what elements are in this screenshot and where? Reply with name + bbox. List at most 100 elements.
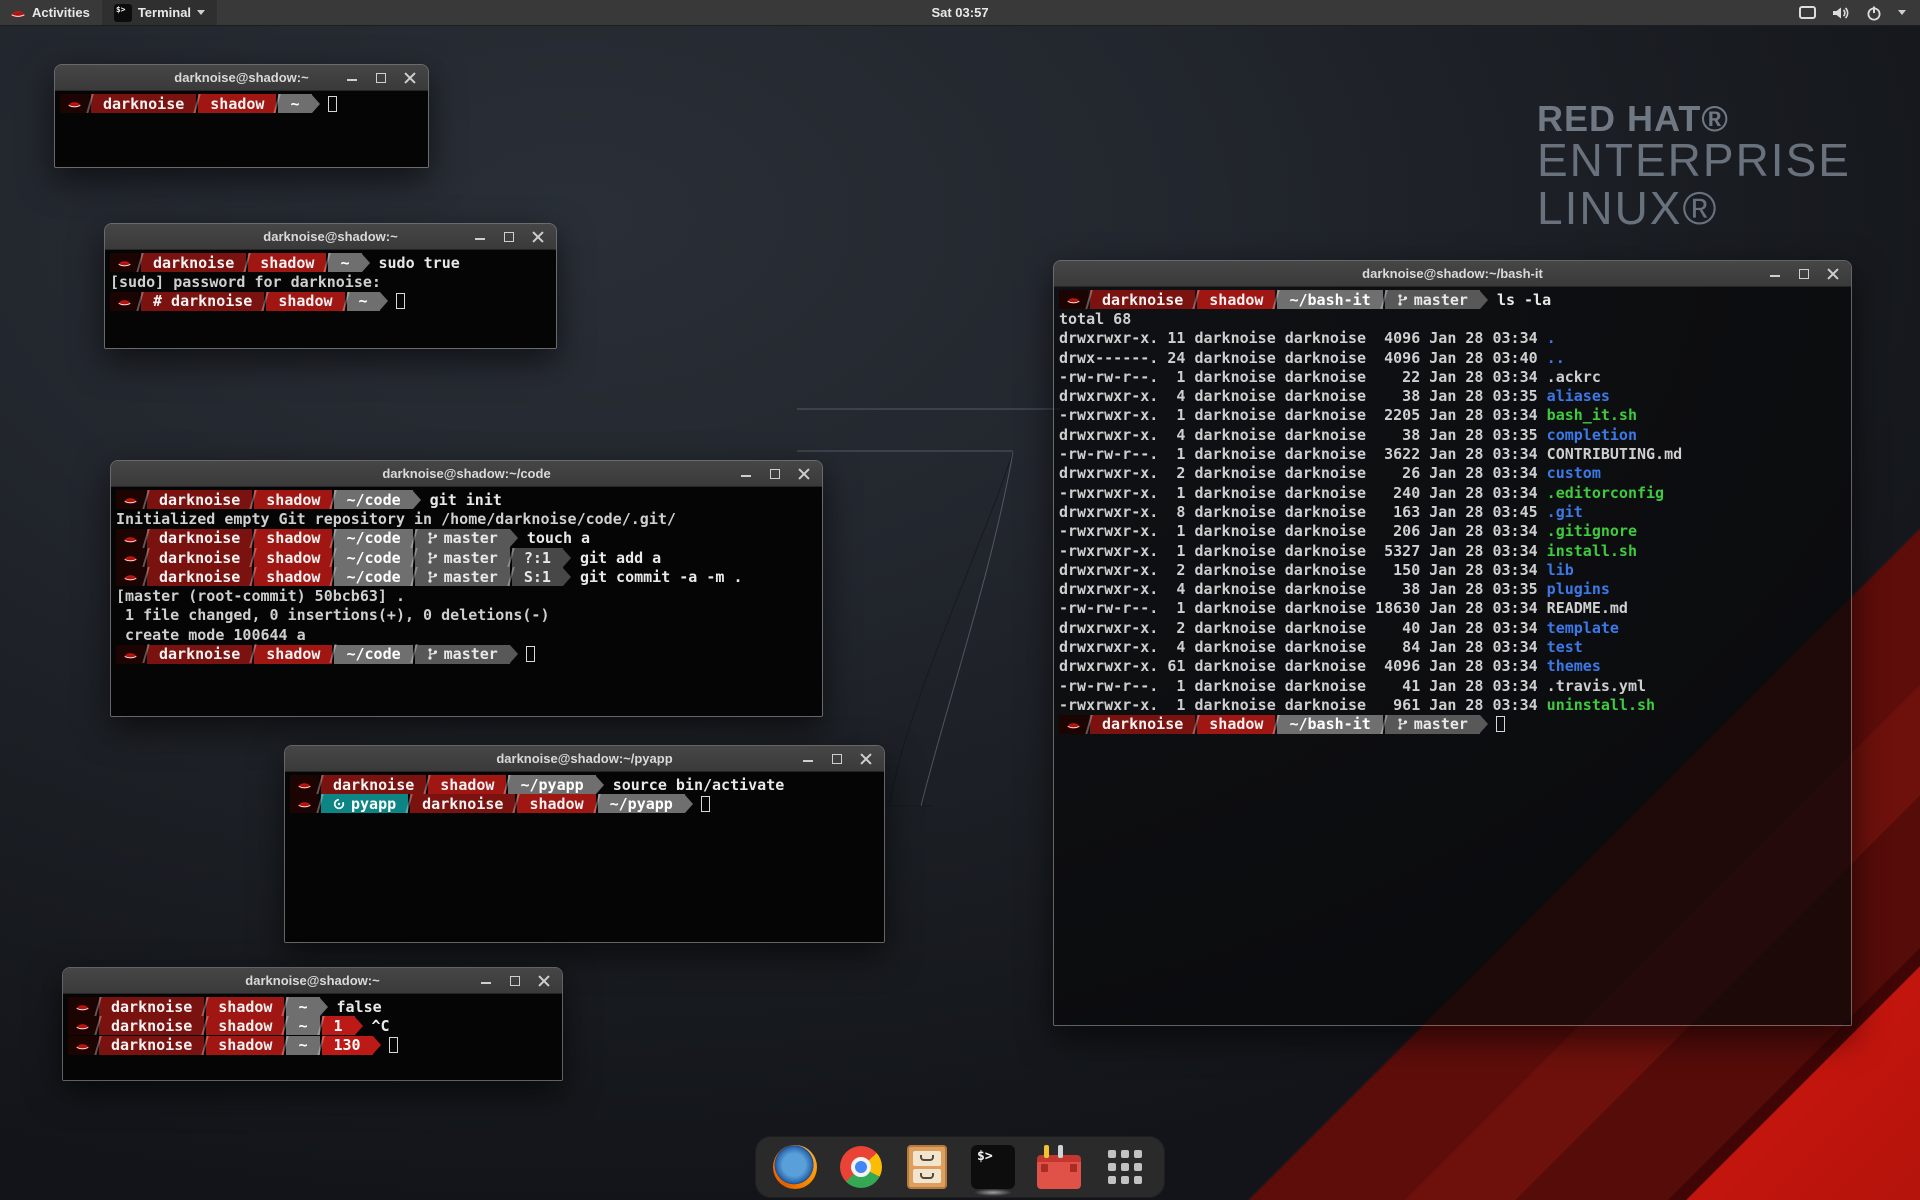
titlebar[interactable]: darknoise@shadow:~/code xyxy=(111,461,822,487)
chevron-down-icon xyxy=(197,10,205,15)
close-button[interactable] xyxy=(532,231,544,243)
rhel-wallpaper-logo: RED HAT® ENTERPRISE LINUX® xyxy=(1537,100,1851,233)
prompt-segment-hat xyxy=(116,645,145,664)
terminal-line: Initialized empty Git repository in /hom… xyxy=(116,509,822,528)
close-button[interactable] xyxy=(860,753,872,765)
prompt-segment-hat xyxy=(116,529,145,548)
minimize-button[interactable] xyxy=(802,753,814,765)
volume-icon[interactable] xyxy=(1832,5,1850,21)
screen-indicator-icon[interactable] xyxy=(1799,6,1816,19)
prompt-segment-exit: 130 xyxy=(322,1036,373,1055)
terminal-line: darknoiseshadow~130 xyxy=(68,1036,562,1055)
prompt-arrow xyxy=(355,1017,363,1035)
terminal-window-code: darknoise@shadow:~/code darknoiseshadow~… xyxy=(110,460,823,717)
prompt-segment-gitst: ?:1 xyxy=(512,548,563,567)
terminal-content[interactable]: darknoiseshadow~falsedarknoiseshadow~1^C… xyxy=(63,994,562,1080)
prompt-segment-path: ~ xyxy=(328,253,361,272)
chrome-icon xyxy=(840,1146,882,1188)
prompt-segment-path: ~/bash-it xyxy=(1277,715,1382,734)
file-name: test xyxy=(1547,638,1583,656)
close-button[interactable] xyxy=(538,975,550,987)
maximize-button[interactable] xyxy=(509,975,521,987)
file-name: completion xyxy=(1547,426,1637,444)
terminal-line: -rw-rw-r--. 1 darknoise darknoise 41 Jan… xyxy=(1059,676,1851,695)
dock-item-app-grid[interactable] xyxy=(1102,1144,1148,1190)
titlebar[interactable]: darknoise@shadow:~ xyxy=(55,65,428,91)
command-text: touch a xyxy=(527,529,590,547)
prompt-segment-hat xyxy=(110,292,139,311)
activities-button[interactable]: Activities xyxy=(0,0,102,25)
dock-item-chrome[interactable] xyxy=(838,1144,884,1190)
dock-item-toolbox[interactable] xyxy=(1036,1144,1082,1190)
prompt-arrow xyxy=(510,529,518,547)
file-name: aliases xyxy=(1547,387,1610,405)
minimize-button[interactable] xyxy=(480,975,492,987)
terminal-line: darknoiseshadow~/codegit init xyxy=(116,490,822,509)
prompt-segment-git: master xyxy=(1385,290,1480,309)
terminal-output: 1 file changed, 0 insertions(+), 0 delet… xyxy=(116,606,549,624)
titlebar[interactable]: darknoise@shadow:~ xyxy=(63,968,562,994)
terminal-icon: $> xyxy=(971,1145,1015,1189)
active-app-indicator xyxy=(974,1189,1012,1196)
maximize-button[interactable] xyxy=(831,753,843,765)
terminal-line: -rwxrwxr-x. 1 darknoise darknoise 206 Ja… xyxy=(1059,522,1851,541)
terminal-content[interactable]: darknoiseshadow~/codegit initInitialized… xyxy=(111,487,822,716)
redhat-icon xyxy=(1066,294,1081,305)
terminal-window-sudo: darknoise@shadow:~ darknoiseshadow~sudo … xyxy=(104,223,557,349)
titlebar[interactable]: darknoise@shadow:~/pyapp xyxy=(285,746,884,772)
prompt-arrow xyxy=(413,491,421,509)
clock[interactable]: Sat 03:57 xyxy=(0,5,1920,20)
prompt-segment-user: darknoise xyxy=(147,548,252,567)
dock-item-terminal[interactable]: $> xyxy=(970,1144,1016,1190)
minimize-button[interactable] xyxy=(474,231,486,243)
file-entry-meta: drwx------. 24 darknoise darknoise 4096 … xyxy=(1059,349,1547,367)
terminal-output: create mode 100644 a xyxy=(116,626,306,644)
file-entry-meta: -rwxrwxr-x. 1 darknoise darknoise 240 Ja… xyxy=(1059,484,1547,502)
git-branch-icon xyxy=(1397,717,1408,731)
terminal-content[interactable]: darknoiseshadow~/bash-itmasterls -latota… xyxy=(1054,287,1851,1025)
file-name: lib xyxy=(1547,561,1574,579)
minimize-button[interactable] xyxy=(346,72,358,84)
minimize-button[interactable] xyxy=(1769,268,1781,280)
close-button[interactable] xyxy=(798,468,810,480)
terminal-line: drwx------. 24 darknoise darknoise 4096 … xyxy=(1059,348,1851,367)
file-name: install.sh xyxy=(1547,542,1637,560)
terminal-cursor xyxy=(526,646,535,662)
prompt-segment-hat xyxy=(110,253,139,272)
maximize-button[interactable] xyxy=(375,72,387,84)
power-icon[interactable] xyxy=(1866,5,1882,21)
redhat-icon xyxy=(75,1020,90,1031)
prompt-arrow xyxy=(362,254,370,272)
terminal-content[interactable]: darknoiseshadow~/pyappsource bin/activat… xyxy=(285,772,884,942)
terminal-line: drwxrwxr-x. 2 darknoise darknoise 40 Jan… xyxy=(1059,618,1851,637)
git-branch-icon xyxy=(427,570,438,584)
terminal-content[interactable]: darknoiseshadow~sudo true[sudo] password… xyxy=(105,250,556,348)
prompt-segment-path: ~ xyxy=(347,292,380,311)
dock-item-files[interactable] xyxy=(904,1144,950,1190)
command-text: source bin/activate xyxy=(613,776,785,794)
maximize-button[interactable] xyxy=(1798,268,1810,280)
terminal-window-pyapp: darknoise@shadow:~/pyapp darknoiseshadow… xyxy=(284,745,885,943)
prompt-segment-path: ~/code xyxy=(334,548,412,567)
terminal-content[interactable]: darknoiseshadow~ xyxy=(55,91,428,167)
titlebar[interactable]: darknoise@shadow:~ xyxy=(105,224,556,250)
dock: $> xyxy=(755,1136,1165,1198)
redhat-icon xyxy=(75,1001,90,1012)
git-branch-icon xyxy=(427,531,438,545)
terminal-output: [sudo] password for darknoise: xyxy=(110,273,381,291)
close-button[interactable] xyxy=(404,72,416,84)
app-menu-terminal[interactable]: $> Terminal xyxy=(102,0,217,25)
system-menu-chevron-icon[interactable] xyxy=(1898,10,1906,15)
rhel-logo-linux: LINUX® xyxy=(1537,185,1851,233)
maximize-button[interactable] xyxy=(769,468,781,480)
redhat-icon xyxy=(297,779,312,790)
dock-item-firefox[interactable] xyxy=(772,1144,818,1190)
terminal-line: [master (root-commit) 50bcb63] . xyxy=(116,586,822,605)
titlebar[interactable]: darknoise@shadow:~/bash-it xyxy=(1054,261,1851,287)
prompt-segment-host: shadow xyxy=(206,1016,284,1035)
prompt-segment-user: darknoise xyxy=(141,253,246,272)
close-button[interactable] xyxy=(1827,268,1839,280)
maximize-button[interactable] xyxy=(503,231,515,243)
redhat-icon xyxy=(123,649,138,660)
minimize-button[interactable] xyxy=(740,468,752,480)
